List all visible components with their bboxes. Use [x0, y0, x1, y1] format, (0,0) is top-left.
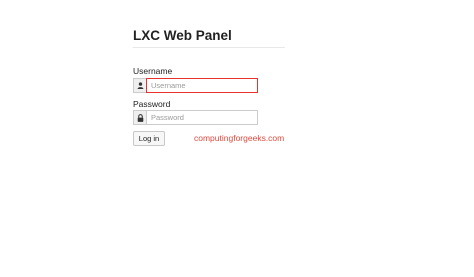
- user-icon: [133, 78, 146, 93]
- login-panel: LXC Web Panel Username Username Password…: [133, 28, 285, 146]
- username-input[interactable]: Username: [146, 78, 258, 93]
- password-input-group: Password: [133, 110, 258, 125]
- username-input-group: Username: [133, 78, 258, 93]
- page-title: LXC Web Panel: [133, 28, 285, 48]
- password-input[interactable]: Password: [146, 110, 258, 125]
- watermark-text: computingforgeeks.com: [194, 133, 285, 143]
- lock-icon: [133, 110, 146, 125]
- password-label: Password: [133, 99, 171, 109]
- login-button[interactable]: Log in: [133, 131, 165, 146]
- username-label: Username: [133, 66, 173, 76]
